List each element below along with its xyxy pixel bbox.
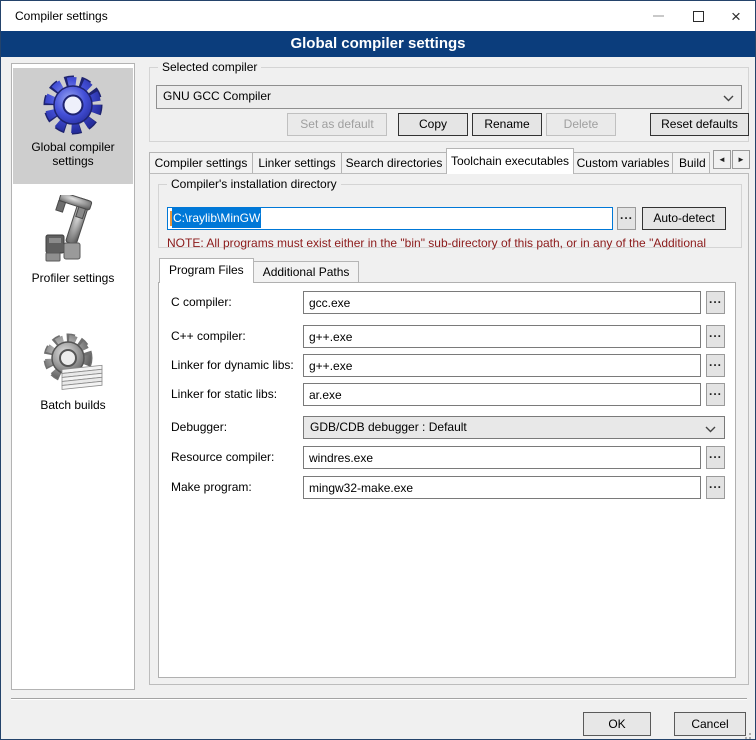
debugger-select[interactable]: GDB/CDB debugger : Default	[303, 416, 725, 439]
group-label: Compiler's installation directory	[167, 177, 341, 191]
selected-text: C:\raylib\MinGW	[172, 208, 261, 228]
caliper-icon	[38, 195, 108, 269]
maximize-icon	[693, 11, 704, 22]
minimize-button[interactable]	[641, 1, 675, 31]
page-title: Global compiler settings	[1, 31, 755, 57]
group-label: Selected compiler	[158, 60, 261, 74]
sidebar-item-global-compiler-settings[interactable]: Global compiler settings	[13, 68, 133, 184]
executables-tab-strip: Program Files Additional Paths	[159, 258, 559, 283]
static-linker-label: Linker for static libs:	[171, 383, 277, 406]
close-button[interactable]: ×	[719, 1, 753, 31]
dynamic-linker-browse-button[interactable]: ...	[706, 354, 725, 377]
auto-detect-button[interactable]: Auto-detect	[642, 207, 726, 230]
tab-scroll-left-button[interactable]: ◄	[713, 150, 731, 169]
browse-directory-button[interactable]: ...	[617, 207, 636, 230]
ok-button[interactable]: OK	[583, 712, 651, 736]
chevron-down-icon	[723, 95, 734, 102]
resize-grip[interactable]	[749, 733, 751, 735]
rename-button[interactable]: Rename	[472, 113, 542, 136]
maximize-button[interactable]	[681, 1, 715, 31]
c-compiler-label: C compiler:	[171, 291, 232, 314]
make-program-browse-button[interactable]: ...	[706, 476, 725, 499]
blue-gear-icon	[42, 72, 104, 138]
cpp-compiler-label: C++ compiler:	[171, 325, 246, 348]
compiler-settings-dialog: { "window": { "title": "Compiler setting…	[0, 0, 756, 740]
copy-button[interactable]: Copy	[398, 113, 468, 136]
static-linker-browse-button[interactable]: ...	[706, 383, 725, 406]
debugger-select-value: GDB/CDB debugger : Default	[310, 420, 467, 434]
cpp-compiler-input[interactable]	[303, 325, 701, 348]
dynamic-linker-input[interactable]	[303, 354, 701, 377]
tab-custom-variables[interactable]: Custom variables	[573, 152, 673, 173]
dynamic-linker-label: Linker for dynamic libs:	[171, 354, 294, 377]
footer-divider	[11, 698, 747, 700]
make-program-label: Make program:	[171, 476, 252, 499]
program-files-page: C compiler: ... C++ compiler: ... Linker…	[158, 282, 736, 678]
window-title: Compiler settings	[15, 1, 108, 31]
static-linker-input[interactable]	[303, 383, 701, 406]
tab-additional-paths[interactable]: Additional Paths	[253, 261, 360, 282]
title-bar: Compiler settings ×	[1, 1, 755, 31]
sidebar-item-label: Batch builds	[13, 398, 133, 412]
selected-compiler-group: Selected compiler GNU GCC Compiler Set a…	[149, 67, 749, 142]
close-icon: ×	[731, 8, 741, 25]
cancel-button[interactable]: Cancel	[674, 712, 746, 736]
reset-defaults-button[interactable]: Reset defaults	[650, 113, 749, 136]
settings-category-list: Global compiler settings Profiler settin…	[11, 63, 135, 690]
tab-scroll-right-button[interactable]: ►	[732, 150, 750, 169]
sidebar-item-label: Global compiler settings	[13, 140, 133, 168]
resource-compiler-browse-button[interactable]: ...	[706, 446, 725, 469]
settings-tab-strip: Compiler settings Linker settings Search…	[149, 148, 711, 174]
minimize-icon	[653, 15, 664, 17]
debugger-label: Debugger:	[171, 416, 227, 439]
make-program-input[interactable]	[303, 476, 701, 499]
resource-compiler-input[interactable]	[303, 446, 701, 469]
compiler-select[interactable]: GNU GCC Compiler	[156, 85, 742, 109]
tab-toolchain-executables[interactable]: Toolchain executables	[446, 148, 574, 174]
delete-button[interactable]: Delete	[546, 113, 616, 136]
tab-build-options[interactable]: Build options	[672, 152, 710, 173]
installation-directory-group: Compiler's installation directory C:\ray…	[158, 184, 742, 248]
sidebar-item-label: Profiler settings	[13, 271, 133, 285]
c-compiler-browse-button[interactable]: ...	[706, 291, 725, 314]
tab-linker-settings[interactable]: Linker settings	[252, 152, 342, 173]
tab-search-directories[interactable]: Search directories	[341, 152, 447, 173]
gear-stack-icon	[38, 330, 108, 396]
installation-directory-input[interactable]: C:\raylib\MinGW	[167, 207, 613, 230]
toolchain-executables-page: Compiler's installation directory C:\ray…	[149, 173, 749, 685]
sidebar-item-profiler-settings[interactable]: Profiler settings	[13, 191, 133, 303]
set-as-default-button[interactable]: Set as default	[287, 113, 387, 136]
resource-compiler-label: Resource compiler:	[171, 446, 274, 469]
tab-compiler-settings[interactable]: Compiler settings	[149, 152, 253, 173]
note-text: NOTE: All programs must exist either in …	[167, 236, 745, 250]
chevron-down-icon	[705, 426, 716, 433]
sidebar-item-batch-builds[interactable]: Batch builds	[13, 322, 133, 472]
cpp-compiler-browse-button[interactable]: ...	[706, 325, 725, 348]
compiler-select-value: GNU GCC Compiler	[163, 89, 271, 103]
tab-program-files[interactable]: Program Files	[159, 258, 254, 283]
c-compiler-input[interactable]	[303, 291, 701, 314]
